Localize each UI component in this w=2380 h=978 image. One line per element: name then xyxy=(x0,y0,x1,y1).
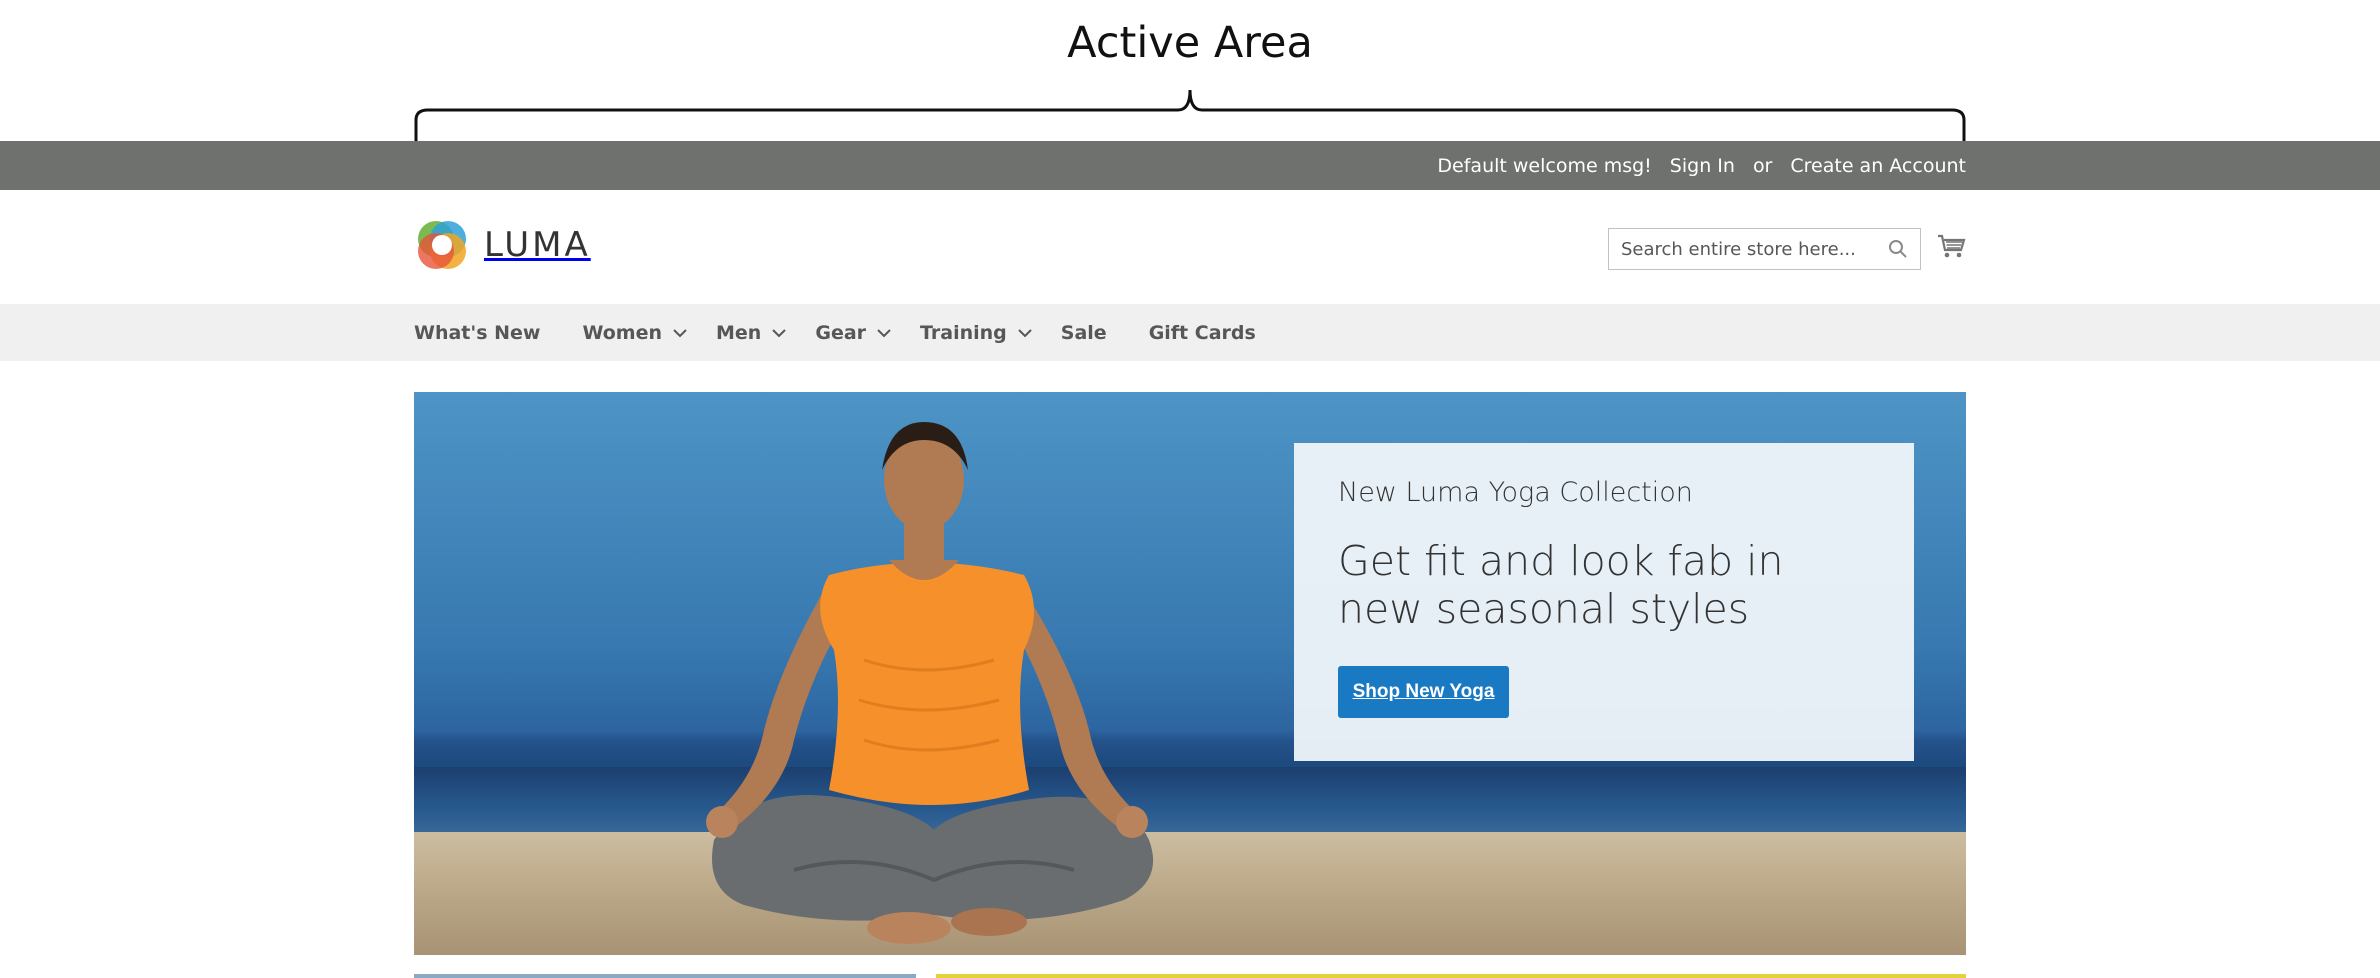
main-navigation: What's New Women Men Gear Training Sale … xyxy=(0,304,2380,361)
nav-item-sale[interactable]: Sale xyxy=(1061,322,1107,344)
annotation-brace xyxy=(414,89,1966,142)
nav-item-women[interactable]: Women xyxy=(582,322,688,344)
logo-text: LUMA xyxy=(484,225,591,265)
nav-item-men[interactable]: Men xyxy=(716,322,787,344)
logo[interactable]: LUMA xyxy=(414,217,591,273)
promo-panel: New Luma Yoga Collection Get fit and loo… xyxy=(1294,443,1914,761)
create-account-link[interactable]: Create an Account xyxy=(1790,155,1966,177)
nav-label: Men xyxy=(716,321,762,344)
nav-item-gift-cards[interactable]: Gift Cards xyxy=(1149,322,1256,344)
nav-label: What's New xyxy=(414,321,541,344)
nav-label: Sale xyxy=(1060,321,1107,344)
chevron-down-icon xyxy=(1018,328,1032,337)
chevron-down-icon xyxy=(673,328,687,337)
search-input[interactable] xyxy=(1609,230,1879,268)
search-box xyxy=(1608,228,1921,270)
chevron-down-icon xyxy=(877,328,891,337)
sign-in-link[interactable]: Sign In xyxy=(1670,155,1735,177)
promo-block-left-edge[interactable] xyxy=(414,974,916,978)
luma-logo-icon xyxy=(418,221,466,269)
promo-title: Get fit and look fab in new seasonal sty… xyxy=(1338,537,1784,633)
hero-banner[interactable]: New Luma Yoga Collection Get fit and loo… xyxy=(414,392,1966,955)
chevron-down-icon xyxy=(772,328,787,337)
or-text: or xyxy=(1752,154,1773,177)
nav-item-training[interactable]: Training xyxy=(920,322,1033,344)
top-bar: Default welcome msg! Sign In or Create a… xyxy=(0,141,2380,190)
welcome-message: Default welcome msg! xyxy=(1437,154,1652,177)
cart-icon[interactable] xyxy=(1936,231,1966,261)
yoga-woman-image xyxy=(706,422,1154,944)
promo-block-right-edge[interactable] xyxy=(936,974,1966,978)
annotation-title: Active Area xyxy=(1067,18,1313,68)
promo-subtitle: New Luma Yoga Collection xyxy=(1338,477,1693,508)
nav-label: Gear xyxy=(815,321,867,344)
nav-item-whats-new[interactable]: What's New xyxy=(414,322,540,344)
search-icon[interactable] xyxy=(1888,239,1908,259)
nav-label: Women xyxy=(582,321,663,344)
nav-label: Gift Cards xyxy=(1148,321,1256,344)
nav-item-gear[interactable]: Gear xyxy=(815,322,892,344)
nav-label: Training xyxy=(920,321,1007,344)
header: LUMA xyxy=(0,190,2380,304)
shop-new-yoga-button[interactable]: Shop New Yoga xyxy=(1338,666,1509,718)
